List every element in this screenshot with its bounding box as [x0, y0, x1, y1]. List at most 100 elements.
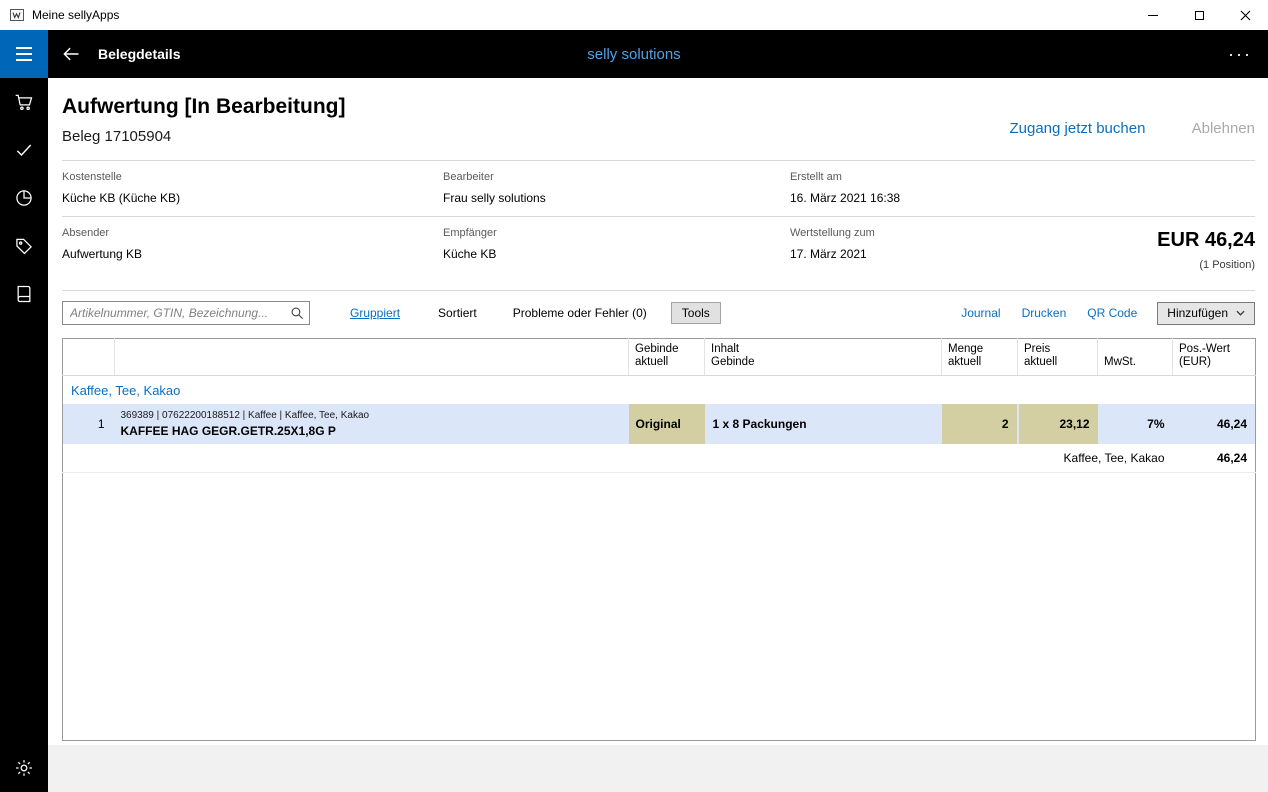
- article-name: KAFFEE HAG GEGR.GETR.25X1,8G P: [121, 424, 629, 438]
- col-header-wert: Pos.-Wert (EUR): [1173, 339, 1256, 376]
- field-label: Absender: [62, 227, 142, 239]
- total-amount: EUR 46,24: [1157, 229, 1255, 252]
- position-row[interactable]: 1 369389 | 07622200188512 | Kaffee | Kaf…: [63, 404, 1256, 444]
- page-title: Belegdetails: [98, 46, 180, 62]
- position-number: 1: [63, 404, 115, 444]
- back-arrow-icon: [61, 44, 81, 64]
- sidebar-item-catalog[interactable]: [0, 270, 48, 318]
- field-label: Bearbeiter: [443, 171, 546, 183]
- sidebar-item-statistics[interactable]: [0, 174, 48, 222]
- document-title: Aufwertung [In Bearbeitung]: [62, 95, 1255, 119]
- field-wertstellung: Wertstellung zum 17. März 2021: [790, 227, 875, 261]
- window-title: Meine sellyApps: [32, 8, 119, 22]
- col-header-pos: [63, 339, 115, 376]
- cart-icon: [14, 92, 34, 112]
- inhalt-cell: 1 x 8 Packungen: [705, 404, 942, 444]
- col-header-gebinde: Gebinde aktuell: [629, 339, 705, 376]
- book-icon: [14, 284, 34, 304]
- field-value: Küche KB (Küche KB): [62, 191, 180, 205]
- col-header-mwst: MwSt.: [1098, 339, 1173, 376]
- print-link[interactable]: Drucken: [1022, 306, 1067, 320]
- info-row-1: Kostenstelle Küche KB (Küche KB) Bearbei…: [62, 161, 1255, 216]
- sidebar-item-settings[interactable]: [0, 744, 48, 792]
- info-row-2: Absender Aufwertung KB Empfänger Küche K…: [62, 217, 1255, 290]
- col-header-preis: Preis aktuell: [1018, 339, 1098, 376]
- pie-chart-icon: [14, 188, 34, 208]
- journal-link[interactable]: Journal: [961, 306, 1000, 320]
- field-label: Empfänger: [443, 227, 497, 239]
- article-cell: 369389 | 07622200188512 | Kaffee | Kaffe…: [115, 404, 629, 444]
- minimize-button[interactable]: [1130, 0, 1176, 30]
- field-value: Küche KB: [443, 247, 497, 261]
- field-label: Kostenstelle: [62, 171, 180, 183]
- field-label: Wertstellung zum: [790, 227, 875, 239]
- add-button[interactable]: Hinzufügen: [1157, 302, 1255, 325]
- field-kostenstelle: Kostenstelle Küche KB (Küche KB): [62, 171, 180, 205]
- more-options-button[interactable]: ···: [1228, 49, 1252, 59]
- field-value: Aufwertung KB: [62, 247, 142, 261]
- summary-label: Kaffee, Tee, Kakao: [63, 444, 1173, 472]
- table-empty-area: [63, 472, 1256, 740]
- back-button[interactable]: [61, 44, 81, 64]
- close-button[interactable]: [1222, 0, 1268, 30]
- titlebar: Meine sellyApps: [0, 0, 1268, 30]
- hamburger-menu-button[interactable]: [0, 30, 48, 78]
- mwst-cell: 7%: [1098, 404, 1173, 444]
- field-value: 17. März 2021: [790, 247, 875, 261]
- menge-cell: 2: [942, 404, 1018, 444]
- app-center-title: selly solutions: [0, 46, 1268, 63]
- book-entry-link[interactable]: Zugang jetzt buchen: [1009, 120, 1145, 137]
- group-summary-row: Kaffee, Tee, Kakao 46,24: [63, 444, 1256, 472]
- app-icon: [9, 7, 25, 23]
- field-value: 16. März 2021 16:38: [790, 191, 900, 205]
- wert-cell: 46,24: [1173, 404, 1256, 444]
- sorted-toggle[interactable]: Sortiert: [438, 306, 477, 320]
- preis-cell: 23,12: [1018, 404, 1098, 444]
- grouped-toggle[interactable]: Gruppiert: [350, 306, 400, 320]
- reject-link[interactable]: Ablehnen: [1192, 120, 1255, 137]
- table-header-row: Gebinde aktuell Inhalt Gebinde Menge akt…: [63, 339, 1256, 376]
- app-header: Belegdetails selly solutions ···: [0, 30, 1268, 78]
- gebinde-cell: Original: [629, 404, 705, 444]
- sidebar-item-prices[interactable]: [0, 222, 48, 270]
- tag-icon: [14, 236, 34, 256]
- document-header: Aufwertung [In Bearbeitung] Beleg 171059…: [62, 78, 1255, 160]
- summary-value: 46,24: [1173, 444, 1256, 472]
- sidebar-item-approvals[interactable]: [0, 126, 48, 174]
- field-value: Frau selly solutions: [443, 191, 546, 205]
- qr-code-link[interactable]: QR Code: [1087, 306, 1137, 320]
- add-button-label: Hinzufügen: [1167, 306, 1228, 320]
- positions-table: Gebinde aktuell Inhalt Gebinde Menge akt…: [62, 338, 1256, 741]
- checkmark-icon: [14, 140, 34, 160]
- window-controls: [1130, 0, 1268, 30]
- sidebar: [0, 78, 48, 792]
- toolbar: Gruppiert Sortiert Probleme oder Fehler …: [62, 300, 1255, 326]
- minimize-icon: [1148, 15, 1158, 16]
- maximize-button[interactable]: [1176, 0, 1222, 30]
- close-icon: [1240, 10, 1251, 21]
- total-block: EUR 46,24 (1 Position): [1157, 229, 1255, 271]
- chevron-down-icon: [1236, 310, 1245, 316]
- field-empfaenger: Empfänger Küche KB: [443, 227, 497, 261]
- col-header-inhalt: Inhalt Gebinde: [705, 339, 942, 376]
- search-box: [62, 301, 310, 325]
- tools-button[interactable]: Tools: [671, 302, 721, 324]
- maximize-icon: [1195, 11, 1204, 20]
- position-count: (1 Position): [1157, 259, 1255, 271]
- divider: [62, 290, 1255, 291]
- gear-icon: [14, 758, 34, 778]
- col-header-article: [115, 339, 629, 376]
- main-content: Aufwertung [In Bearbeitung] Beleg 171059…: [48, 78, 1268, 792]
- group-header-row[interactable]: Kaffee, Tee, Kakao: [63, 376, 1256, 405]
- col-header-menge: Menge aktuell: [942, 339, 1018, 376]
- sidebar-item-cart[interactable]: [0, 78, 48, 126]
- field-label: Erstellt am: [790, 171, 900, 183]
- search-icon[interactable]: [290, 306, 304, 320]
- hamburger-icon: [16, 47, 32, 49]
- group-label[interactable]: Kaffee, Tee, Kakao: [63, 376, 1256, 405]
- field-absender: Absender Aufwertung KB: [62, 227, 142, 261]
- problems-filter[interactable]: Probleme oder Fehler (0): [513, 306, 647, 320]
- field-bearbeiter: Bearbeiter Frau selly solutions: [443, 171, 546, 205]
- search-input[interactable]: [62, 301, 310, 325]
- article-meta: 369389 | 07622200188512 | Kaffee | Kaffe…: [121, 410, 629, 422]
